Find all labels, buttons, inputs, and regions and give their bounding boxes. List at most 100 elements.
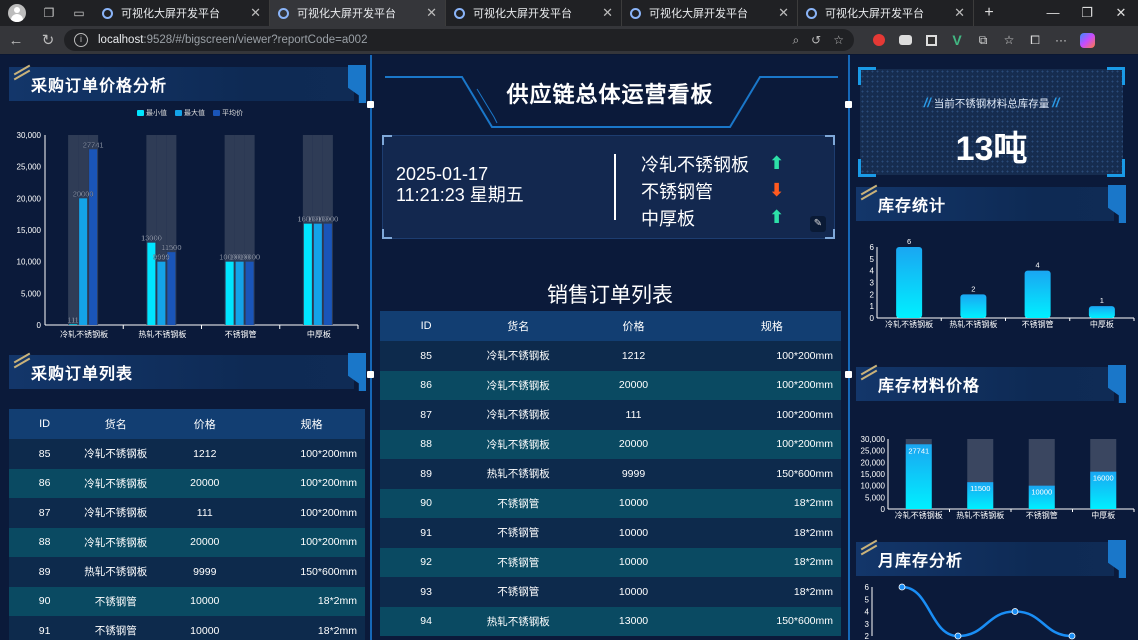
y-tick-label: 25,000 — [17, 163, 42, 172]
extension-v-icon[interactable]: V — [944, 26, 970, 54]
table-row[interactable]: 87 冷轧不锈钢板 111 100*200mm — [9, 498, 365, 528]
table-cell: 100*200mm — [702, 370, 841, 400]
table-row[interactable]: 91 不锈钢管 10000 18*2mm — [380, 518, 841, 548]
split-screen-icon[interactable]: ⧠ — [1022, 26, 1048, 54]
new-tab-button[interactable]: + — [974, 4, 1004, 22]
read-aloud-icon[interactable]: ↺ — [811, 33, 821, 48]
table-header-cell: ID — [9, 409, 81, 439]
browser-tab[interactable]: 可视化大屏开发平台 ✕ — [622, 0, 798, 26]
table-cell: 100*200mm — [258, 527, 365, 557]
table-row[interactable]: 88 冷轧不锈钢板 20000 100*200mm — [380, 429, 841, 459]
table-cell: 92 — [380, 547, 473, 577]
url-bar[interactable]: i localhost:9528/#/bigscreen/viewer?repo… — [64, 29, 854, 51]
bar-value-label: 111 — [67, 315, 78, 324]
sales-order-table: ID 货名 价格 规格 85 冷轧不锈钢板 1212 100*200mm 86 冷轧不锈钢板 20… — [380, 311, 841, 640]
price-trend-ticker: 冷轧不锈钢板 ⬆ 不锈钢管 ⬇ 中厚板 ⬆ — [641, 150, 784, 231]
title-deco-icon — [11, 64, 33, 81]
settings-wand-icon[interactable]: ✎ — [810, 216, 826, 232]
table-row[interactable]: 90 不锈钢管 10000 18*2mm — [380, 488, 841, 518]
legend-item-min[interactable]: 最小值 — [137, 108, 167, 118]
profile-avatar[interactable] — [0, 0, 34, 26]
table-cell: 18*2mm — [702, 577, 841, 607]
y-tick-label: 5,000 — [865, 493, 886, 502]
minimize-icon[interactable]: — — [1036, 5, 1070, 21]
table-row[interactable]: 94 热轧不锈钢板 13000 150*600mm — [380, 606, 841, 636]
total-stock-card: // 当前不锈钢材料总库存量 // 13吨 — [858, 67, 1125, 177]
legend-item-avg[interactable]: 平均价 — [213, 108, 243, 118]
table-row[interactable]: 90 不锈钢管 10000 18*2mm — [9, 586, 365, 616]
price-chart-legend: 最小值 最大值 平均价 — [90, 108, 290, 118]
ticker-item-name: 中厚板 — [641, 208, 695, 229]
table-row[interactable]: 89 热轧不锈钢板 9999 150*600mm — [9, 557, 365, 587]
favorites-icon[interactable]: ☆ — [996, 26, 1022, 54]
tab-close-icon[interactable]: ✕ — [426, 5, 437, 21]
table-cell: 94 — [380, 606, 473, 636]
datetime-ticker-box: 2025-01-17 11:21:23 星期五 冷轧不锈钢板 ⬆ 不锈钢管 ⬇ 中厚板 ⬆… — [382, 135, 835, 239]
table-cell: 100*200mm — [258, 439, 365, 469]
copilot-icon[interactable] — [1074, 26, 1100, 54]
legend-item-max[interactable]: 最大值 — [175, 108, 205, 118]
y-tick-label: 10,000 — [861, 482, 886, 491]
stock-stat-panel-title: 库存统计 — [856, 184, 1126, 223]
table-row[interactable]: 93 不锈钢管 10000 18*2mm — [380, 577, 841, 607]
tab-actions-icon[interactable]: ▭ — [64, 0, 94, 26]
extensions-puzzle-icon[interactable]: ⧉ — [970, 26, 996, 54]
favorite-star-icon[interactable]: ☆ — [833, 33, 844, 48]
extension-grid-icon[interactable] — [918, 26, 944, 54]
table-cell: 1212 — [564, 341, 703, 371]
extension-red-icon[interactable] — [866, 26, 892, 54]
table-cell: 冷轧不锈钢板 — [472, 341, 565, 371]
extension-mask-icon[interactable] — [892, 26, 918, 54]
ticker-item-name: 不锈钢管 — [641, 181, 713, 202]
month-stock-chart: 2 3 4 5 6 — [865, 583, 1076, 640]
x-tick-label: 中厚板 — [307, 329, 331, 339]
table-row[interactable]: 86 冷轧不锈钢板 20000 100*200mm — [9, 468, 365, 498]
browser-tab[interactable]: 可视化大屏开发平台 ✕ — [798, 0, 974, 26]
more-menu-icon[interactable]: ··· — [1048, 26, 1074, 54]
table-cell: 10000 — [564, 488, 703, 518]
table-cell: 不锈钢管 — [472, 547, 565, 577]
stock-stat-chart: 0 1 2 3 4 5 6 冷轧不锈钢板 6 热轧不锈钢板 2 不锈钢管 4 中厚板 1 — [870, 237, 1135, 329]
table-row[interactable]: 86 冷轧不锈钢板 20000 100*200mm — [380, 370, 841, 400]
tab-close-icon[interactable]: ✕ — [778, 5, 789, 21]
y-tick-label: 2 — [865, 632, 870, 640]
browser-tab[interactable]: 可视化大屏开发平台 ✕ — [446, 0, 622, 26]
zoom-icon[interactable]: ⌕ — [792, 33, 799, 48]
bar — [1088, 306, 1115, 318]
table-cell: 87 — [380, 400, 473, 430]
browser-tab[interactable]: 可视化大屏开发平台 ✕ — [94, 0, 270, 26]
tab-close-icon[interactable]: ✕ — [954, 5, 965, 21]
reload-icon[interactable]: ↻ — [32, 31, 64, 49]
back-icon[interactable]: ← — [0, 32, 32, 49]
close-window-icon[interactable]: ✕ — [1104, 5, 1138, 21]
site-info-icon[interactable]: i — [74, 33, 88, 47]
panel-corner-tab — [348, 65, 366, 103]
table-row[interactable]: 88 冷轧不锈钢板 20000 100*200mm — [9, 527, 365, 557]
tab-close-icon[interactable]: ✕ — [602, 5, 613, 21]
table-cell: 150*600mm — [702, 459, 841, 489]
table-row[interactable]: 87 冷轧不锈钢板 111 100*200mm — [380, 400, 841, 430]
bar — [303, 223, 312, 325]
tab-close-icon[interactable]: ✕ — [250, 5, 261, 21]
table-cell: 88 — [9, 527, 81, 557]
table-row[interactable]: 91 不锈钢管 10000 18*2mm — [9, 616, 365, 640]
table-cell: 100*200mm — [702, 400, 841, 430]
table-row[interactable]: 89 热轧不锈钢板 9999 150*600mm — [380, 459, 841, 489]
maximize-icon[interactable]: ❐ — [1070, 5, 1104, 21]
browser-tab[interactable]: 可视化大屏开发平台 ✕ — [270, 0, 446, 26]
table-row[interactable]: 85 冷轧不锈钢板 1212 100*200mm — [380, 341, 841, 371]
workspaces-icon[interactable]: ❐ — [34, 0, 64, 26]
bar — [235, 261, 244, 325]
bar-background — [68, 135, 79, 325]
title-deco-icon — [858, 184, 880, 201]
address-toolbar: ← ↻ i localhost:9528/#/bigscreen/viewer?… — [0, 26, 1138, 54]
table-row[interactable]: 92 不锈钢管 10000 18*2mm — [380, 547, 841, 577]
dashboard-page: 采购订单价格分析 最小值 最大值 平均价 0 5,000 10,000 15,000 2… — [0, 55, 1138, 640]
table-header-cell: 价格 — [564, 311, 703, 341]
arrow-down-icon: ⬇ — [769, 180, 785, 200]
series-line — [901, 585, 1073, 638]
bar-value-label: 16000 — [1093, 474, 1114, 483]
table-row[interactable]: 85 冷轧不锈钢板 1212 100*200mm — [9, 439, 365, 469]
table-cell: 冷轧不锈钢板 — [472, 400, 565, 430]
bar — [157, 261, 166, 325]
